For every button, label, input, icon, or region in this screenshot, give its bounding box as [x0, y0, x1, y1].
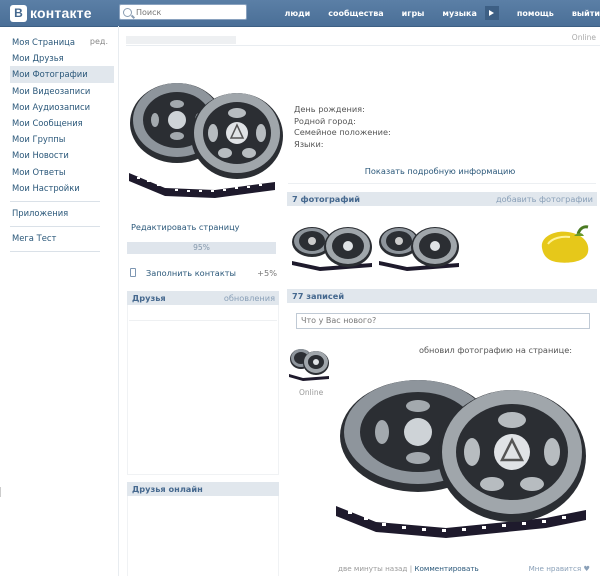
nav-help[interactable]: помощь	[517, 9, 554, 18]
film-reel-image	[292, 227, 372, 271]
post-author-avatar[interactable]	[289, 346, 329, 382]
vk-logo[interactable]: В контакте	[10, 4, 92, 22]
friends-online-header[interactable]: Друзья онлайн	[127, 482, 279, 496]
film-reel-image	[289, 349, 329, 381]
online-status: Online	[571, 33, 596, 42]
post-author-online: Online	[299, 388, 324, 397]
top-nav: люди сообщества игры музыка помощь выйти	[267, 0, 600, 26]
nav-games[interactable]: игры	[402, 9, 425, 18]
info-birthday: День рождения:	[294, 104, 365, 114]
nav-communities[interactable]: сообщества	[328, 9, 383, 18]
photos-block-header[interactable]: 7 фотографий добавить фотографии	[287, 192, 597, 206]
sidebar-separator	[118, 26, 119, 576]
nav-music[interactable]: музыка	[442, 9, 476, 18]
show-more-info-link[interactable]: Показать подробную информацию	[286, 166, 594, 176]
sidebar-item-friends[interactable]: Мои Друзья	[10, 50, 114, 66]
top-bar: В контакте люди сообщества игры музыка п…	[0, 0, 600, 27]
phone-icon	[130, 268, 136, 277]
heart-icon: ♥	[583, 564, 590, 573]
friends-title: Друзья	[132, 293, 166, 303]
sidebar-item-my-page[interactable]: Моя Страница ред.	[10, 34, 114, 50]
post-like-label: Мне нравится	[528, 564, 582, 573]
sidebar-item-label: Моя Страница	[12, 37, 75, 47]
play-button[interactable]	[484, 6, 499, 20]
film-reel-image	[129, 83, 283, 198]
profile-info: День рождения: Родной город: Семейное по…	[294, 104, 391, 150]
post-time: две минуты назад	[338, 564, 408, 573]
sidebar-item-audio[interactable]: Мои Аудиозаписи	[10, 99, 114, 115]
info-family: Семейное положение:	[294, 127, 391, 137]
profile-name-placeholder	[126, 36, 236, 44]
info-languages: Языки:	[294, 138, 324, 149]
photo-thumbnail[interactable]	[290, 225, 374, 271]
profile-progress-bar: 95%	[127, 242, 276, 254]
sidebar-item-answers[interactable]: Мои Ответы	[10, 164, 114, 180]
fill-contacts-link[interactable]: Заполнить контакты	[146, 268, 236, 278]
nav-logout[interactable]: выйти	[572, 9, 600, 18]
sidebar-item-news[interactable]: Мои Новости	[10, 147, 114, 163]
play-icon	[489, 10, 495, 16]
post-meta: две минуты назад | Комментировать	[338, 564, 479, 573]
photos-title: 7 фотографий	[292, 194, 360, 204]
header-divider	[126, 45, 600, 46]
info-hometown: Родной город:	[294, 115, 356, 126]
film-reel-image	[379, 227, 459, 271]
photo-thumbnail[interactable]	[538, 222, 592, 264]
post-photo[interactable]	[336, 378, 588, 550]
friends-divider	[129, 320, 277, 321]
fill-contacts-row[interactable]: Заполнить контакты +5%	[127, 266, 277, 280]
vk-logo-text: контакте	[30, 5, 92, 21]
sidebar-divider	[10, 251, 100, 253]
friends-updates-link[interactable]: обновления	[224, 291, 275, 305]
friends-online-title: Друзья онлайн	[132, 484, 203, 494]
sidebar-divider	[10, 200, 100, 202]
sidebar-item-groups[interactable]: Мои Группы	[10, 131, 114, 147]
photo-thumbnail[interactable]	[377, 225, 461, 271]
post-text: обновил фотографию на странице:	[418, 345, 572, 355]
search-box[interactable]	[119, 4, 247, 20]
film-reel-image	[336, 380, 586, 538]
friends-list	[127, 305, 279, 475]
wall-block-header[interactable]: 77 записей	[287, 289, 597, 303]
edit-link[interactable]: ред.	[90, 34, 108, 50]
profile-avatar[interactable]	[125, 78, 283, 208]
fill-contacts-bonus: +5%	[257, 268, 277, 278]
sidebar-item-videos[interactable]: Мои Видеозаписи	[10, 83, 114, 99]
friends-block-header[interactable]: Друзья обновления	[127, 291, 279, 305]
vk-logo-icon: В	[10, 4, 27, 22]
wall-title: 77 записей	[292, 291, 345, 301]
edge-mark	[0, 487, 1, 497]
search-icon	[123, 7, 132, 17]
post-comment-link[interactable]: Комментировать	[414, 564, 478, 573]
wall-post-input[interactable]: Что у Вас нового?	[296, 313, 590, 329]
sidebar-item-photos[interactable]: Мои Фотографии	[10, 66, 114, 83]
edit-page-link[interactable]: Редактировать страницу	[131, 222, 240, 232]
post-like-button[interactable]: Мне нравится ♥	[529, 564, 590, 573]
add-photos-link[interactable]: добавить фотографии	[496, 192, 593, 206]
left-sidebar: Моя Страница ред. Мои Друзья Мои Фотограф…	[10, 34, 114, 255]
info-divider	[288, 183, 596, 184]
sidebar-item-mega-test[interactable]: Мега Тест	[10, 230, 114, 246]
sidebar-divider	[10, 226, 100, 228]
sidebar-item-settings[interactable]: Мои Настройки	[10, 180, 114, 196]
nav-people[interactable]: люди	[285, 9, 311, 18]
search-input[interactable]	[136, 7, 236, 17]
yellow-pepper-image	[541, 225, 589, 263]
sidebar-item-messages[interactable]: Мои Сообщения	[10, 115, 114, 131]
sidebar-item-apps[interactable]: Приложения	[10, 205, 114, 221]
friends-online-list	[127, 496, 279, 576]
